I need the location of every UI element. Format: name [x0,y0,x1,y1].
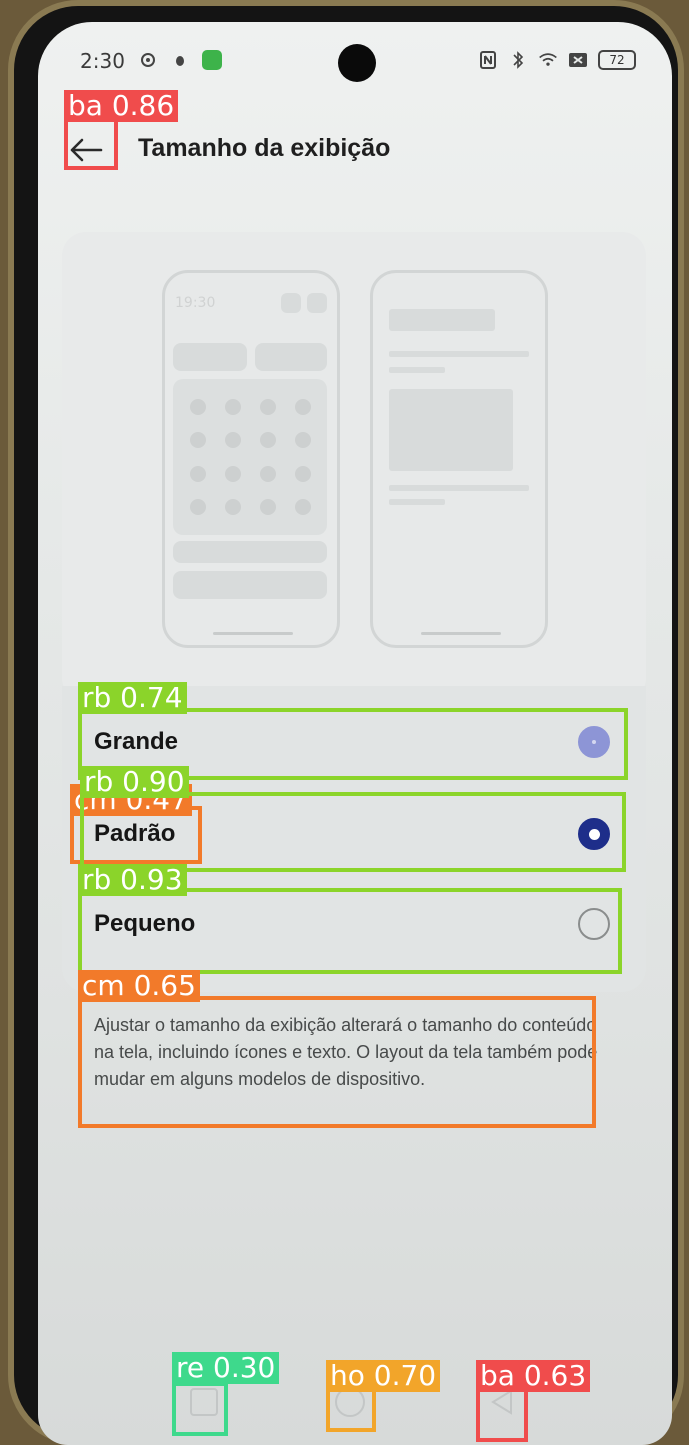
option-label: Grande [94,728,179,755]
detection-label: ba 0.86 [64,90,179,122]
radio-button[interactable] [578,908,610,940]
bug-icon [170,50,190,70]
radio-button[interactable] [578,726,610,758]
battery-icon: 72 [598,50,636,70]
preview-line [389,351,529,357]
display-size-preview: 19:30 [62,232,646,702]
preview-icon [281,293,301,313]
back-button[interactable] [66,130,106,170]
preview-phone-home: 19:30 [162,270,340,648]
preview-time: 19:30 [175,295,216,311]
square-icon [190,1388,218,1416]
detection-label: rb 0.93 [78,864,187,896]
option-label: Pequeno [94,910,196,937]
status-icons-left [138,50,222,70]
preview-line [389,499,445,505]
detection-label: ho 0.70 [326,1360,441,1392]
preview-tile [255,343,327,371]
detection-label: cm 0.65 [78,970,200,1002]
recent-apps-button[interactable] [184,1382,224,1422]
option-label: Padrão [94,820,176,847]
option-pequeno[interactable]: Pequeno [94,894,610,954]
app-icon [202,50,222,70]
status-icons-right: 72 [478,50,636,70]
preview-phone-content [370,270,548,648]
detection-label: re 0.30 [172,1352,280,1384]
preview-icon [307,293,327,313]
detection-label: rb 0.74 [78,682,187,714]
preview-tile [173,343,247,371]
preview-line [389,367,445,373]
radio-button[interactable] [578,818,610,850]
detection-label: ba 0.63 [476,1360,591,1392]
sim-icon [568,50,588,70]
arrow-left-icon [70,138,103,162]
front-camera [338,44,376,82]
gear-icon [138,50,158,70]
preview-heading [389,309,495,331]
preview-image [389,389,513,471]
bluetooth-icon [508,50,528,70]
preview-dock [173,571,327,599]
preview-app-grid [173,379,327,535]
preview-bar [173,541,327,563]
status-time: 2:30 [80,49,125,73]
wifi-icon [538,50,558,70]
detection-label: rb 0.90 [80,766,189,798]
nfc-icon [478,50,498,70]
page-title: Tamanho da exibição [138,134,391,162]
phone-screen: 2:30 72 Tamanho da exibição 19:30 Grande… [38,22,672,1445]
preview-homebar [213,632,293,635]
option-grande[interactable]: Grande [94,712,610,772]
description-text: Ajustar o tamanho da exibição alterará o… [94,1015,598,1089]
preview-line [389,485,529,491]
preview-homebar [421,632,501,635]
